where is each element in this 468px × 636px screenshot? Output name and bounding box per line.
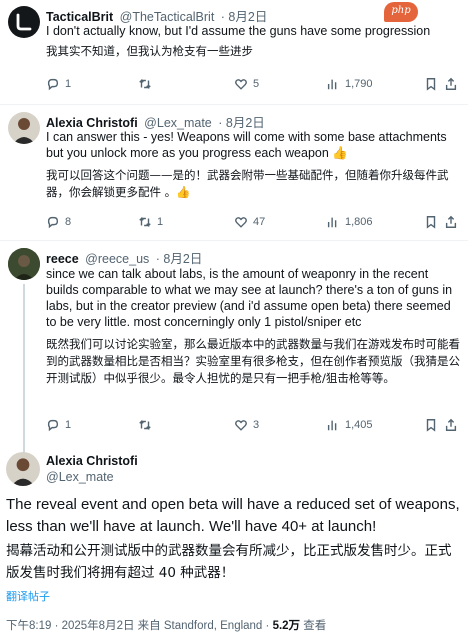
- main-tweet-handle-row: @Lex_mate: [46, 470, 114, 484]
- translate-post-link[interactable]: 翻译帖子: [6, 588, 50, 604]
- reply-tweet-alexia[interactable]: Alexia Christofi @Lex_mate · 8月2日 I can …: [0, 106, 468, 242]
- reply-tweet-reece[interactable]: reece @reece_us · 8月2日 since we can talk…: [0, 242, 468, 454]
- retweet-button[interactable]: [138, 418, 157, 432]
- like-count: 5: [253, 78, 260, 90]
- views-button[interactable]: 1,790: [326, 77, 373, 91]
- author-handle[interactable]: @reece_us: [85, 252, 149, 266]
- retweet-button[interactable]: [138, 77, 157, 91]
- avatar-alexia-main[interactable]: [6, 452, 40, 486]
- reply-count: 1: [65, 419, 72, 431]
- tweet-text-zh: 我其实不知道，但我认为枪支有一些进步: [46, 44, 253, 58]
- share-button[interactable]: [444, 77, 463, 91]
- retweet-count: 1: [157, 216, 164, 228]
- reply-button[interactable]: 1: [46, 77, 71, 91]
- reply-count: 8: [65, 216, 72, 228]
- retweet-button[interactable]: 1: [138, 215, 163, 229]
- reply-button[interactable]: 8: [46, 215, 71, 229]
- author-handle[interactable]: @TheTacticalBrit: [120, 10, 215, 24]
- tweet-actions: 1 3 1,405: [46, 418, 457, 434]
- main-tweet-text-en: The reveal event and open beta will have…: [6, 496, 460, 535]
- views-count: 1,806: [345, 216, 373, 228]
- views-label: 查看: [300, 620, 327, 632]
- share-icon: [445, 215, 457, 228]
- reply-icon: [47, 78, 59, 91]
- like-count: 3: [253, 419, 260, 431]
- heart-icon: [235, 79, 247, 90]
- divider: [0, 104, 468, 105]
- avatar-alexia[interactable]: [8, 112, 40, 144]
- timestamp-location[interactable]: 下午8:19 · 2025年8月2日 来自 Standford, England…: [6, 620, 273, 632]
- views-chart-icon: [327, 420, 337, 431]
- tweet-text-zh: 我可以回答这个问题——是的！武器会附带一些基础配件，但随着你升级每件武器，你会解…: [46, 168, 449, 199]
- views-button[interactable]: 1,405: [326, 418, 373, 432]
- tweet-actions: 1 5 1,790: [46, 77, 457, 93]
- author-name[interactable]: TacticalBrit: [46, 10, 113, 24]
- share-button[interactable]: [444, 418, 463, 432]
- views-button[interactable]: 1,806: [326, 215, 373, 229]
- tweet-text-zh: 既然我们可以讨论实验室，那么最近版本中的武器数量与我们在游戏发布时可能看到的武器…: [46, 337, 460, 385]
- tweet-text-en: I don't actually know, but I'd assume th…: [46, 24, 431, 38]
- reply-icon: [47, 216, 59, 229]
- tweet-actions: 8 1 47 1,806: [46, 215, 457, 231]
- views-chart-icon: [327, 79, 337, 90]
- view-count: 5.2万: [272, 620, 301, 632]
- views-count: 1,405: [345, 419, 373, 431]
- tweet-date[interactable]: · 8月2日: [218, 116, 265, 130]
- tweet-header: reece @reece_us · 8月2日: [46, 248, 202, 267]
- bookmark-button[interactable]: [424, 418, 443, 432]
- share-icon: [445, 77, 457, 90]
- like-button[interactable]: 5: [234, 77, 259, 91]
- bookmark-button[interactable]: [424, 77, 443, 91]
- views-chart-icon: [327, 217, 337, 228]
- bookmark-icon: [426, 78, 436, 91]
- tweet-text-en: since we can talk about labs, is the amo…: [46, 267, 453, 329]
- like-button[interactable]: 47: [234, 215, 265, 229]
- bookmark-icon: [426, 216, 436, 229]
- like-button[interactable]: 3: [234, 418, 259, 432]
- avatar-reece[interactable]: [8, 248, 40, 280]
- bookmark-button[interactable]: [424, 215, 443, 229]
- thread-connector: [23, 284, 25, 454]
- avatar-tacticalbrit[interactable]: [8, 6, 40, 38]
- main-tweet-text-zh: 揭幕活动和公开测试版中的武器数量会有所减少，比正式版发售时少。正式版发售时我们将…: [6, 543, 452, 581]
- reply-count: 1: [65, 78, 72, 90]
- reply-button[interactable]: 1: [46, 418, 71, 432]
- author-name[interactable]: Alexia Christofi: [46, 116, 138, 130]
- tweet-date[interactable]: · 8月2日: [221, 10, 268, 24]
- bookmark-icon: [426, 419, 436, 432]
- views-count: 1,790: [345, 78, 373, 90]
- heart-icon: [235, 420, 247, 431]
- share-button[interactable]: [444, 215, 463, 229]
- author-name[interactable]: reece: [46, 252, 79, 266]
- author-name[interactable]: Alexia Christofi: [46, 454, 138, 468]
- like-count: 47: [253, 216, 266, 228]
- reply-icon: [47, 419, 59, 432]
- share-icon: [445, 418, 457, 431]
- author-handle[interactable]: @Lex_mate: [144, 116, 212, 130]
- main-tweet-author: Alexia Christofi: [46, 454, 138, 468]
- tweet-meta: 下午8:19 · 2025年8月2日 来自 Standford, England…: [6, 617, 326, 633]
- author-handle[interactable]: @Lex_mate: [46, 470, 114, 484]
- retweet-icon: [139, 216, 151, 228]
- main-tweet: Alexia Christofi @Lex_mate The reveal ev…: [0, 446, 468, 636]
- retweet-icon: [139, 78, 151, 90]
- retweet-icon: [139, 419, 151, 431]
- tweet-date[interactable]: · 8月2日: [156, 252, 203, 266]
- divider: [0, 240, 468, 241]
- tweet-text-en: I can answer this - yes! Weapons will co…: [46, 130, 447, 160]
- reply-tweet-tacticalbrit[interactable]: TacticalBrit @TheTacticalBrit · 8月2日 I d…: [0, 0, 468, 108]
- heart-icon: [235, 217, 247, 228]
